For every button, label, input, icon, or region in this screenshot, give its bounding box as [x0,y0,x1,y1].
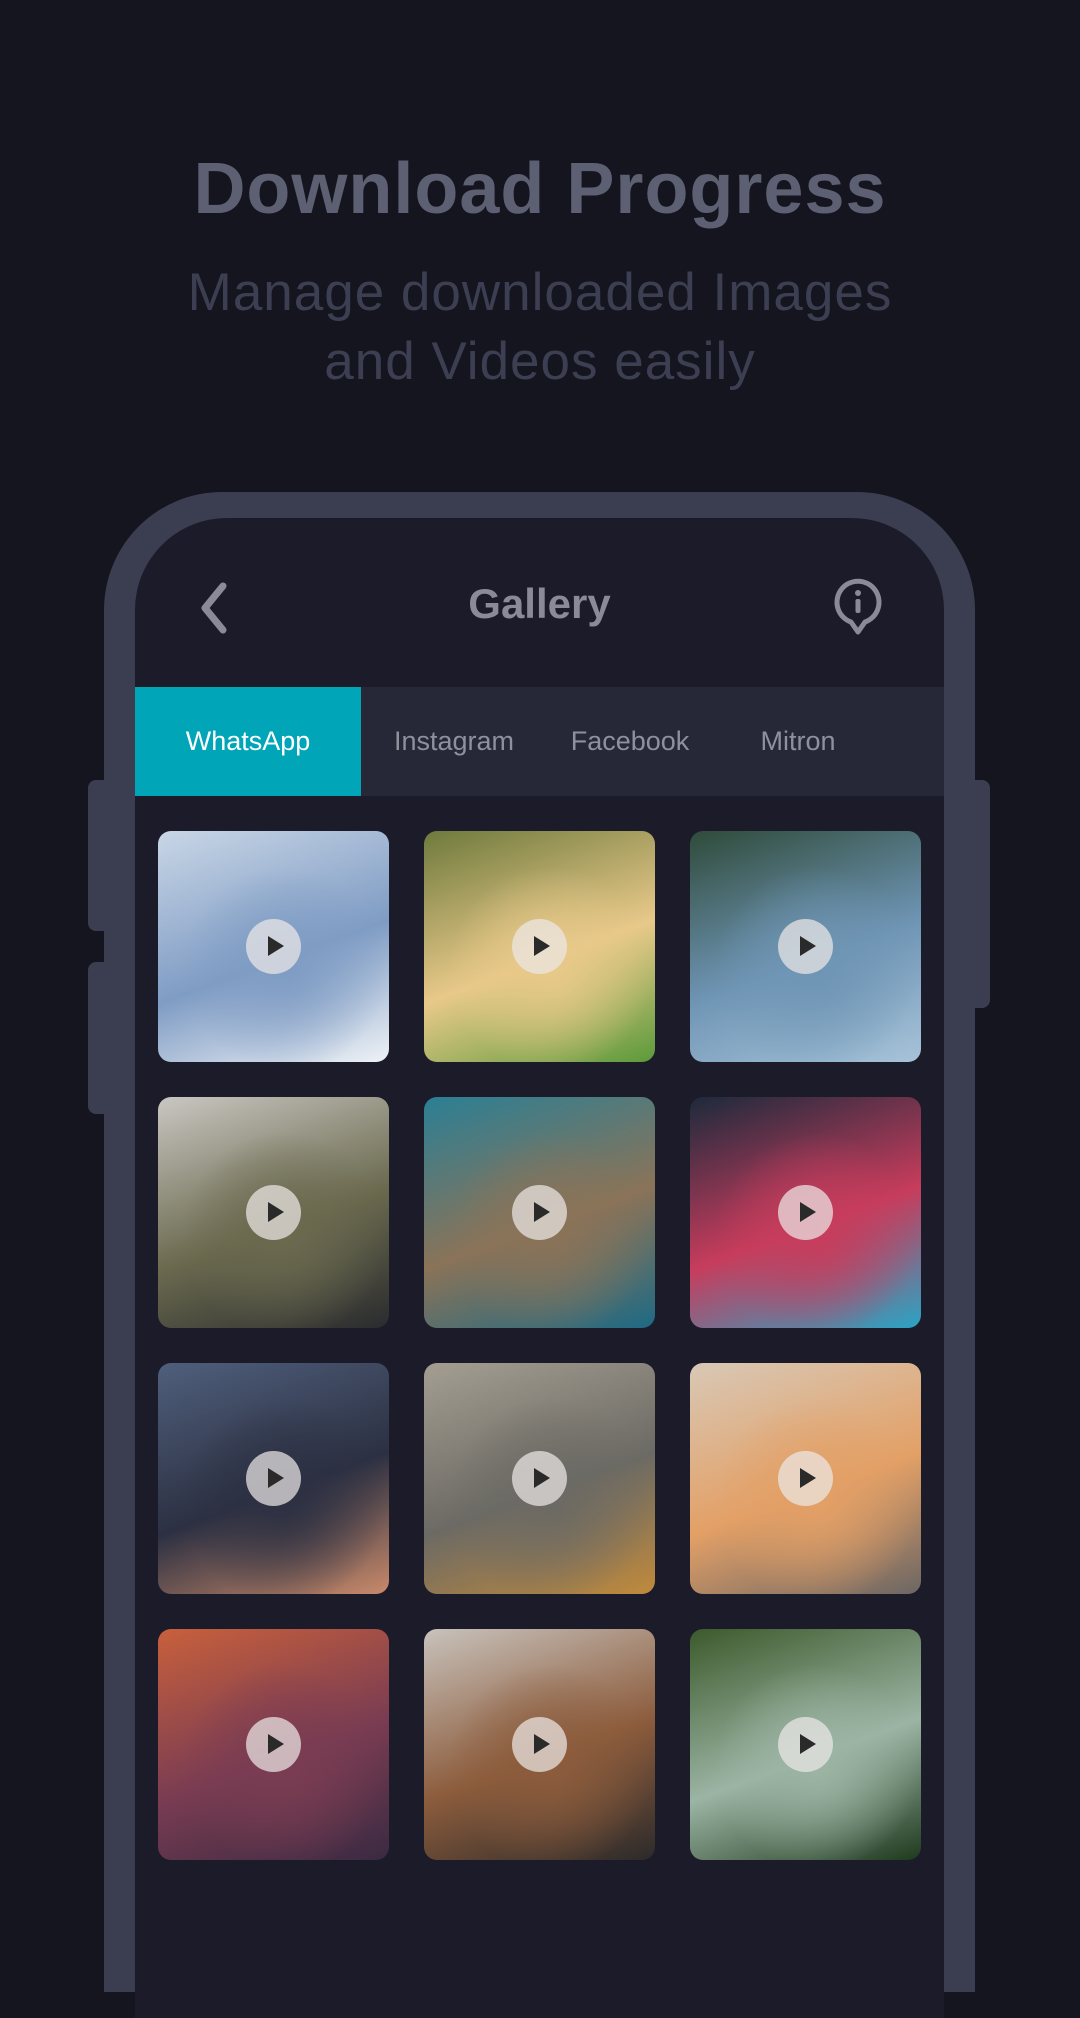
play-icon[interactable] [246,1451,301,1506]
tab-instagram[interactable]: Instagram [361,687,547,796]
media-thumbnail[interactable] [158,1097,389,1328]
source-tabs: WhatsApp Instagram Facebook Mitron [135,687,944,796]
tab-whatsapp[interactable]: WhatsApp [135,687,361,796]
info-icon[interactable] [833,576,883,638]
media-thumbnail[interactable] [424,1363,655,1594]
media-thumbnail[interactable] [424,831,655,1062]
play-icon[interactable] [512,1717,567,1772]
play-icon[interactable] [512,919,567,974]
media-thumbnail[interactable] [158,1629,389,1860]
tab-label: Facebook [570,726,690,756]
media-thumbnail[interactable] [690,1629,921,1860]
media-thumbnail[interactable] [424,1629,655,1860]
app-header: Gallery [135,518,944,687]
media-thumbnail[interactable] [690,831,921,1062]
hero-subtitle-line: Manage downloaded Images [187,263,893,322]
tab-label: WhatsApp [185,726,311,756]
media-thumbnail[interactable] [424,1097,655,1328]
play-icon[interactable] [512,1451,567,1506]
tab-label: Instagram [393,726,515,756]
phone-frame: Gallery WhatsApp Instagram Facebook Mitron [104,492,975,2018]
media-thumbnail[interactable] [690,1363,921,1594]
play-icon[interactable] [246,1185,301,1240]
hero-subtitle: Manage downloaded Images and Videos easi… [0,258,1080,396]
play-icon[interactable] [778,1717,833,1772]
media-thumbnail[interactable] [158,831,389,1062]
play-icon[interactable] [778,1185,833,1240]
hero-subtitle-line: and Videos easily [324,332,756,391]
page-title: Gallery [468,580,611,627]
media-thumbnail[interactable] [690,1097,921,1328]
play-icon[interactable] [778,919,833,974]
play-icon[interactable] [512,1185,567,1240]
play-icon[interactable] [246,919,301,974]
phone-screen: Gallery WhatsApp Instagram Facebook Mitron [135,518,944,2018]
media-thumbnail[interactable] [158,1363,389,1594]
tab-facebook[interactable]: Facebook [547,687,713,796]
play-icon[interactable] [778,1451,833,1506]
play-icon[interactable] [246,1717,301,1772]
tab-label: Mitron [760,726,836,756]
tab-mitron[interactable]: Mitron [713,687,883,796]
hero-title: Download Progress [193,149,887,229]
